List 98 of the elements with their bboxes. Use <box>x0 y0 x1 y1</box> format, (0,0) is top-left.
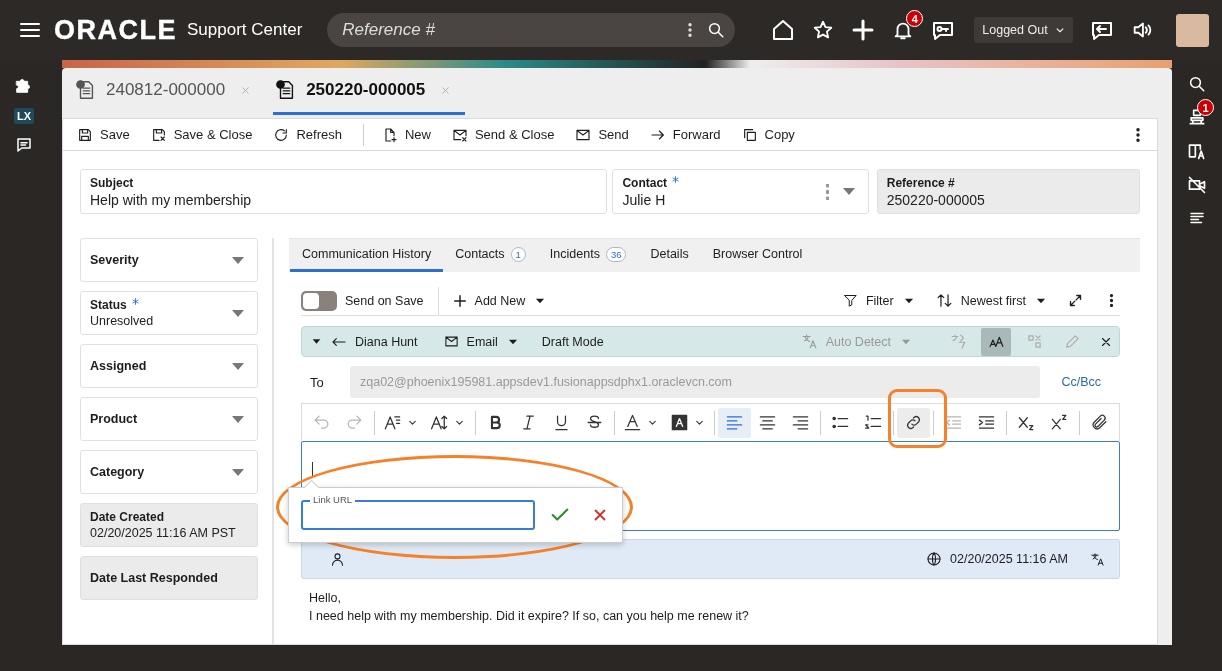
sender-name: Diana Hunt <box>355 334 418 349</box>
to-label: To <box>309 374 325 390</box>
home-icon[interactable] <box>771 18 796 42</box>
new-button[interactable]: New <box>381 126 431 143</box>
section-tab[interactable]: Browser Control <box>700 239 815 272</box>
toggle-label: Send on Save <box>345 293 424 308</box>
more-icon <box>825 183 829 200</box>
select-field[interactable]: Category <box>80 450 258 494</box>
link-button[interactable] <box>897 407 931 438</box>
section-tab[interactable]: Incidents 36 <box>537 239 639 272</box>
font-size-icon <box>430 413 450 432</box>
required-asterisk-icon <box>672 175 680 183</box>
save-icon <box>77 126 93 143</box>
dropdown-caret-icon <box>232 309 244 317</box>
copy-icon <box>741 126 758 143</box>
text-field[interactable]: Subject Help with my membership <box>80 169 608 214</box>
dropdown-caret-icon <box>232 362 244 370</box>
refresh-button[interactable]: Refresh <box>273 126 342 143</box>
text-color-icon <box>623 413 642 432</box>
align-right-icon <box>791 413 811 432</box>
save-close-icon <box>150 126 167 143</box>
send-close-button[interactable]: Send & Close <box>451 126 555 143</box>
channel-select[interactable]: Email <box>443 334 520 349</box>
globe-icon <box>926 551 943 567</box>
indent-icon <box>977 413 997 432</box>
numbering-icon <box>864 413 884 432</box>
dropdown-caret-icon <box>232 256 244 264</box>
translate-collapse-icon <box>1025 333 1043 350</box>
expand-icon[interactable] <box>1068 293 1083 308</box>
align-left-button[interactable] <box>718 407 752 438</box>
align-left-icon <box>725 413 745 432</box>
notification-badge: 1 <box>1197 99 1214 116</box>
person-icon <box>330 551 345 567</box>
photo-placeholder[interactable] <box>1176 13 1210 47</box>
dropdown-caret-icon <box>232 415 244 423</box>
message-text: I need help with my membership. Did it expire? If so, can you help me renew it? <box>309 608 750 625</box>
translate-icon[interactable] <box>1090 551 1105 567</box>
select-field[interactable]: Contact Julie H <box>612 169 869 214</box>
count-badge: 36 <box>605 246 627 262</box>
plus-icon[interactable] <box>851 18 876 42</box>
search-input[interactable]: Reference # <box>340 19 674 41</box>
translate-icon <box>800 333 818 350</box>
plus-icon <box>452 293 467 308</box>
readonly-field: Date Created 02/20/2025 11:16 AM PST <box>80 503 258 547</box>
video-off-icon[interactable] <box>1187 175 1207 195</box>
select-field[interactable]: Status Unresolved <box>80 291 258 335</box>
outdent-icon <box>944 413 964 432</box>
select-field[interactable]: Severity <box>80 238 258 282</box>
filter-icon <box>842 293 858 308</box>
notification-badge: 4 <box>906 10 924 27</box>
search-icon[interactable] <box>707 21 726 39</box>
undo-icon <box>312 413 331 432</box>
readonly-field: Date Last Responded <box>80 556 258 600</box>
search-field[interactable]: Reference # <box>327 13 736 47</box>
dropdown-caret-icon <box>842 188 855 195</box>
status-select[interactable]: Logged Out <box>974 17 1074 43</box>
sort-arrows-icon <box>935 292 953 309</box>
copy-button[interactable]: Copy <box>741 126 795 143</box>
book-icon[interactable] <box>1187 141 1207 161</box>
message-text: Hello, <box>309 590 342 607</box>
envelope-icon <box>443 334 459 349</box>
logo: ORACLE <box>54 14 177 46</box>
section-tab[interactable]: Details <box>638 239 701 272</box>
sort-button[interactable]: Newest first <box>935 292 1048 309</box>
record-tab[interactable]: 250220-000005 <box>273 68 466 115</box>
redo-icon <box>345 413 364 432</box>
select-field[interactable]: Assigned <box>80 344 258 388</box>
timestamp: 02/20/2025 11:16 AM <box>950 552 1068 566</box>
translate-swap-icon <box>949 333 967 350</box>
font-style-icon <box>383 413 403 432</box>
tag-label[interactable]: LX <box>13 108 35 124</box>
search-icon[interactable] <box>1188 75 1206 93</box>
add-new-button[interactable]: Add New <box>452 293 548 308</box>
section-tab[interactable]: Contacts 1 <box>443 239 538 272</box>
highlight-icon <box>669 413 689 432</box>
align-center-icon <box>758 413 778 432</box>
record-tab[interactable]: 240812-000000 <box>75 68 266 115</box>
section-tab[interactable]: Communication History <box>290 239 444 272</box>
forward-button[interactable]: Forward <box>649 126 721 143</box>
text-size-icon-button[interactable] <box>981 327 1011 356</box>
select-field[interactable]: Product <box>80 397 258 441</box>
save-close-button[interactable]: Save & Close <box>150 126 253 143</box>
cc-bcc-link[interactable]: Cc/Bcc <box>1061 375 1101 389</box>
refresh-icon <box>273 126 290 143</box>
app-title: Support Center <box>187 20 303 40</box>
send-button[interactable]: Send <box>575 126 629 143</box>
filter-button[interactable]: Filter <box>842 293 916 308</box>
save-button[interactable]: Save <box>77 126 130 143</box>
dropdown-caret-icon <box>232 468 244 476</box>
highlight-outline <box>888 389 947 448</box>
pencil-icon <box>1063 333 1081 350</box>
star-icon[interactable] <box>812 19 835 41</box>
draft-mode-label: Draft Mode <box>541 334 604 349</box>
chat-icon[interactable] <box>15 136 33 154</box>
toggle-switch[interactable] <box>301 290 337 311</box>
required-asterisk-icon <box>131 298 139 305</box>
readonly-field: Reference # 250220-000005 <box>876 169 1140 214</box>
count-badge: 1 <box>510 246 526 262</box>
